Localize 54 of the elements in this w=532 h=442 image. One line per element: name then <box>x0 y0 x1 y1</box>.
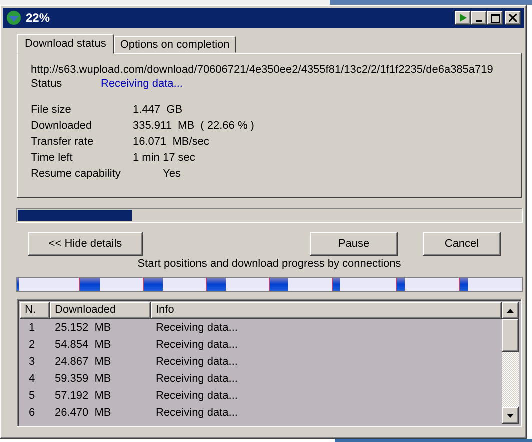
scroll-thumb[interactable] <box>502 319 519 352</box>
table-cell-text: 59.359 MB <box>54 372 112 384</box>
table-cell-text: 54.854 MB <box>54 338 112 350</box>
table-cell-text: 6 <box>28 406 36 418</box>
column-header[interactable]: N. <box>20 302 50 319</box>
connections-caption: Start positions and download progress by connections <box>136 258 402 272</box>
scroll-up-button[interactable] <box>502 302 519 319</box>
scrollbar[interactable] <box>502 302 519 424</box>
field-label: Resume capability <box>31 168 122 182</box>
field-value: 1.447 GB <box>133 104 184 118</box>
field-value: Yes <box>162 168 182 182</box>
table-cell-text: 5 <box>28 390 36 402</box>
table-cell-text: Receiving data... <box>155 322 239 334</box>
field-label: Downloaded <box>31 120 94 134</box>
field-value: 16.071 MB/sec <box>133 136 210 150</box>
tab[interactable]: Download status <box>17 34 114 54</box>
maximize-icon <box>490 14 500 22</box>
table-cell-text: 57.192 MB <box>54 390 112 402</box>
field-value: 1 min 17 sec <box>133 152 196 166</box>
column-header[interactable]: Downloaded <box>50 302 151 319</box>
table-cell-text: Receiving data... <box>155 356 239 368</box>
down-arrow-icon <box>507 414 514 418</box>
field-label: Status <box>31 78 64 92</box>
column-header[interactable]: Info <box>151 302 502 319</box>
hide-details-button[interactable]: << Hide details <box>28 232 143 256</box>
url-text: http://s63.wupload.com/download/70606721/4e350ee2/4355f81/13c2/2/1f1f2235/de6a385a719 <box>31 63 494 78</box>
field-label: Transfer rate <box>31 136 95 150</box>
close-button[interactable] <box>505 11 521 25</box>
table-cell-text: 2 <box>28 338 36 350</box>
table-cell-text: 24.867 MB <box>54 356 112 368</box>
field-value: 335.911 MB ( 22.66 % ) <box>133 120 256 134</box>
table-cell-text: Receiving data... <box>155 390 239 402</box>
field-label: File size <box>31 104 72 118</box>
close-icon <box>509 14 517 22</box>
minimize-button[interactable] <box>471 11 487 25</box>
field-label: Time left <box>31 152 74 166</box>
maximize-button[interactable] <box>487 11 503 25</box>
cancel-button[interactable]: Cancel <box>423 232 501 256</box>
table-cell-text: 3 <box>28 356 36 368</box>
up-arrow-icon <box>507 308 514 312</box>
pause-button[interactable]: Pause <box>310 232 398 256</box>
table-cell-text: 26.470 MB <box>54 406 112 418</box>
table-cell-text: 4 <box>28 372 36 384</box>
table-cell-text: Receiving data... <box>155 338 239 350</box>
table-cell-text: Receiving data... <box>155 406 239 418</box>
table-cell-text: 1 <box>28 322 36 334</box>
window-title: 22% <box>26 11 52 25</box>
play-icon <box>459 14 467 22</box>
tab[interactable]: Options on completion <box>114 36 236 53</box>
status-value: Receiving data... <box>101 78 184 92</box>
table-cell-text: 25.152 MB <box>54 322 112 334</box>
play-button[interactable] <box>455 11 471 25</box>
table-cell-text: Receiving data... <box>155 372 239 384</box>
scroll-down-button[interactable] <box>502 407 519 424</box>
